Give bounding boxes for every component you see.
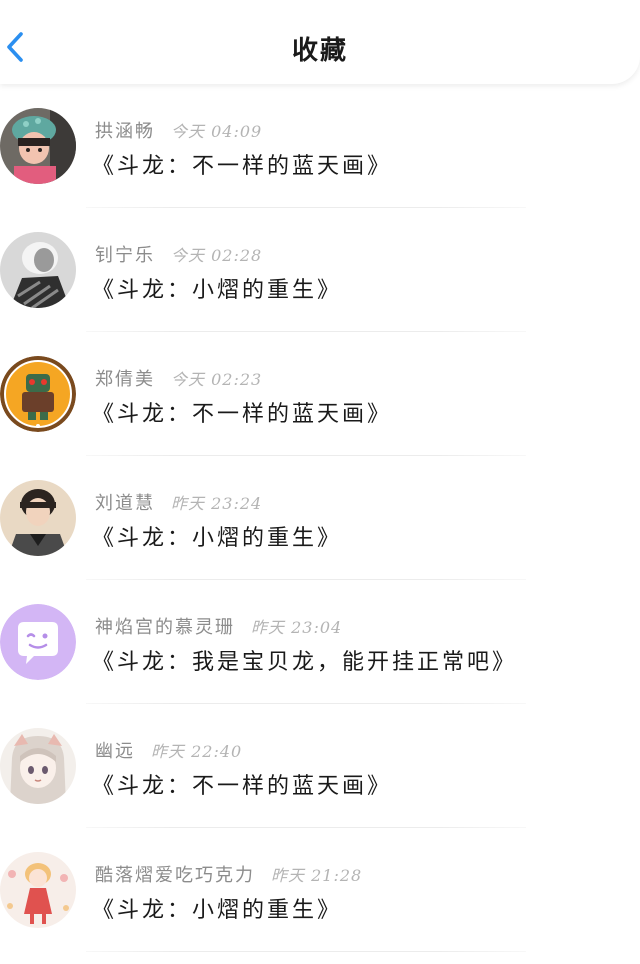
child-photo-avatar — [0, 108, 76, 184]
work-title[interactable]: 《斗龙：小熠的重生》 — [92, 892, 342, 924]
orange-badge-avatar — [0, 356, 76, 432]
user-name[interactable]: 酷落熠爱吃巧克力 — [95, 865, 255, 886]
favorite-item[interactable]: 郑倩美 今天 02:23 《斗龙：不一样的蓝天画》 — [0, 332, 640, 456]
purple-chat-bubble-avatar — [0, 604, 76, 680]
portrait-photo-avatar — [0, 480, 76, 556]
item-meta: 神焰宫的慕灵珊 昨天 23:04 — [95, 613, 343, 638]
grayscale-photo-avatar — [0, 232, 76, 308]
favorites-list[interactable]: 拱涵畅 今天 04:09 《斗龙：不一样的蓝天画》 钊宁乐 今天 02:28 《斗龙… — [0, 84, 640, 964]
avatar[interactable] — [0, 604, 76, 680]
avatar[interactable] — [0, 232, 76, 308]
work-title[interactable]: 《斗龙：我是宝贝龙，能开挂正常吧》 — [92, 644, 517, 676]
favorite-item[interactable]: 酷落熠爱吃巧克力 昨天 21:28 《斗龙：小熠的重生》 — [0, 828, 640, 952]
timestamp: 昨天 23:04 — [251, 618, 343, 637]
item-meta: 钊宁乐 今天 02:28 — [95, 241, 263, 266]
avatar[interactable] — [0, 356, 76, 432]
timestamp: 今天 02:28 — [171, 246, 263, 265]
page-title: 收藏 — [291, 36, 348, 66]
favorite-item[interactable]: 刘道慧 昨天 23:24 《斗龙：小熠的重生》 — [0, 456, 640, 580]
timestamp: 今天 02:23 — [171, 370, 263, 389]
item-meta: 幽远 昨天 22:40 — [95, 737, 243, 762]
avatar[interactable] — [0, 852, 76, 928]
favorite-item[interactable]: 拱涵畅 今天 04:09 《斗龙：不一样的蓝天画》 — [0, 84, 640, 208]
user-name[interactable]: 郑倩美 — [95, 369, 155, 390]
pink-cartoon-avatar — [0, 852, 76, 928]
item-meta: 刘道慧 昨天 23:24 — [95, 489, 263, 514]
item-meta: 酷落熠爱吃巧克力 昨天 21:28 — [95, 861, 363, 886]
favorite-item[interactable]: 神焰宫的慕灵珊 昨天 23:04 《斗龙：我是宝贝龙，能开挂正常吧》 — [0, 580, 640, 704]
work-title[interactable]: 《斗龙：不一样的蓝天画》 — [92, 148, 392, 180]
avatar[interactable] — [0, 728, 76, 804]
top-bar: 收藏 — [0, 0, 640, 84]
work-title[interactable]: 《斗龙：不一样的蓝天画》 — [92, 396, 392, 428]
work-title[interactable]: 《斗龙：不一样的蓝天画》 — [92, 768, 392, 800]
work-title[interactable]: 《斗龙：小熠的重生》 — [92, 520, 342, 552]
favorite-item[interactable]: 钊宁乐 今天 02:28 《斗龙：小熠的重生》 — [0, 208, 640, 332]
user-name[interactable]: 钊宁乐 — [95, 245, 155, 266]
user-name[interactable]: 刘道慧 — [95, 493, 155, 514]
user-name[interactable]: 幽远 — [95, 741, 135, 762]
anime-girl-avatar — [0, 728, 76, 804]
timestamp: 昨天 21:28 — [271, 866, 363, 885]
avatar[interactable] — [0, 480, 76, 556]
timestamp: 今天 04:09 — [171, 122, 263, 141]
avatar[interactable] — [0, 108, 76, 184]
timestamp: 昨天 23:24 — [171, 494, 263, 513]
user-name[interactable]: 神焰宫的慕灵珊 — [95, 617, 235, 638]
timestamp: 昨天 22:40 — [151, 742, 243, 761]
user-name[interactable]: 拱涵畅 — [95, 121, 155, 142]
item-meta: 拱涵畅 今天 04:09 — [95, 117, 263, 142]
divider — [86, 951, 526, 952]
work-title[interactable]: 《斗龙：小熠的重生》 — [92, 272, 342, 304]
favorite-item[interactable]: 幽远 昨天 22:40 《斗龙：不一样的蓝天画》 — [0, 704, 640, 828]
item-meta: 郑倩美 今天 02:23 — [95, 365, 263, 390]
